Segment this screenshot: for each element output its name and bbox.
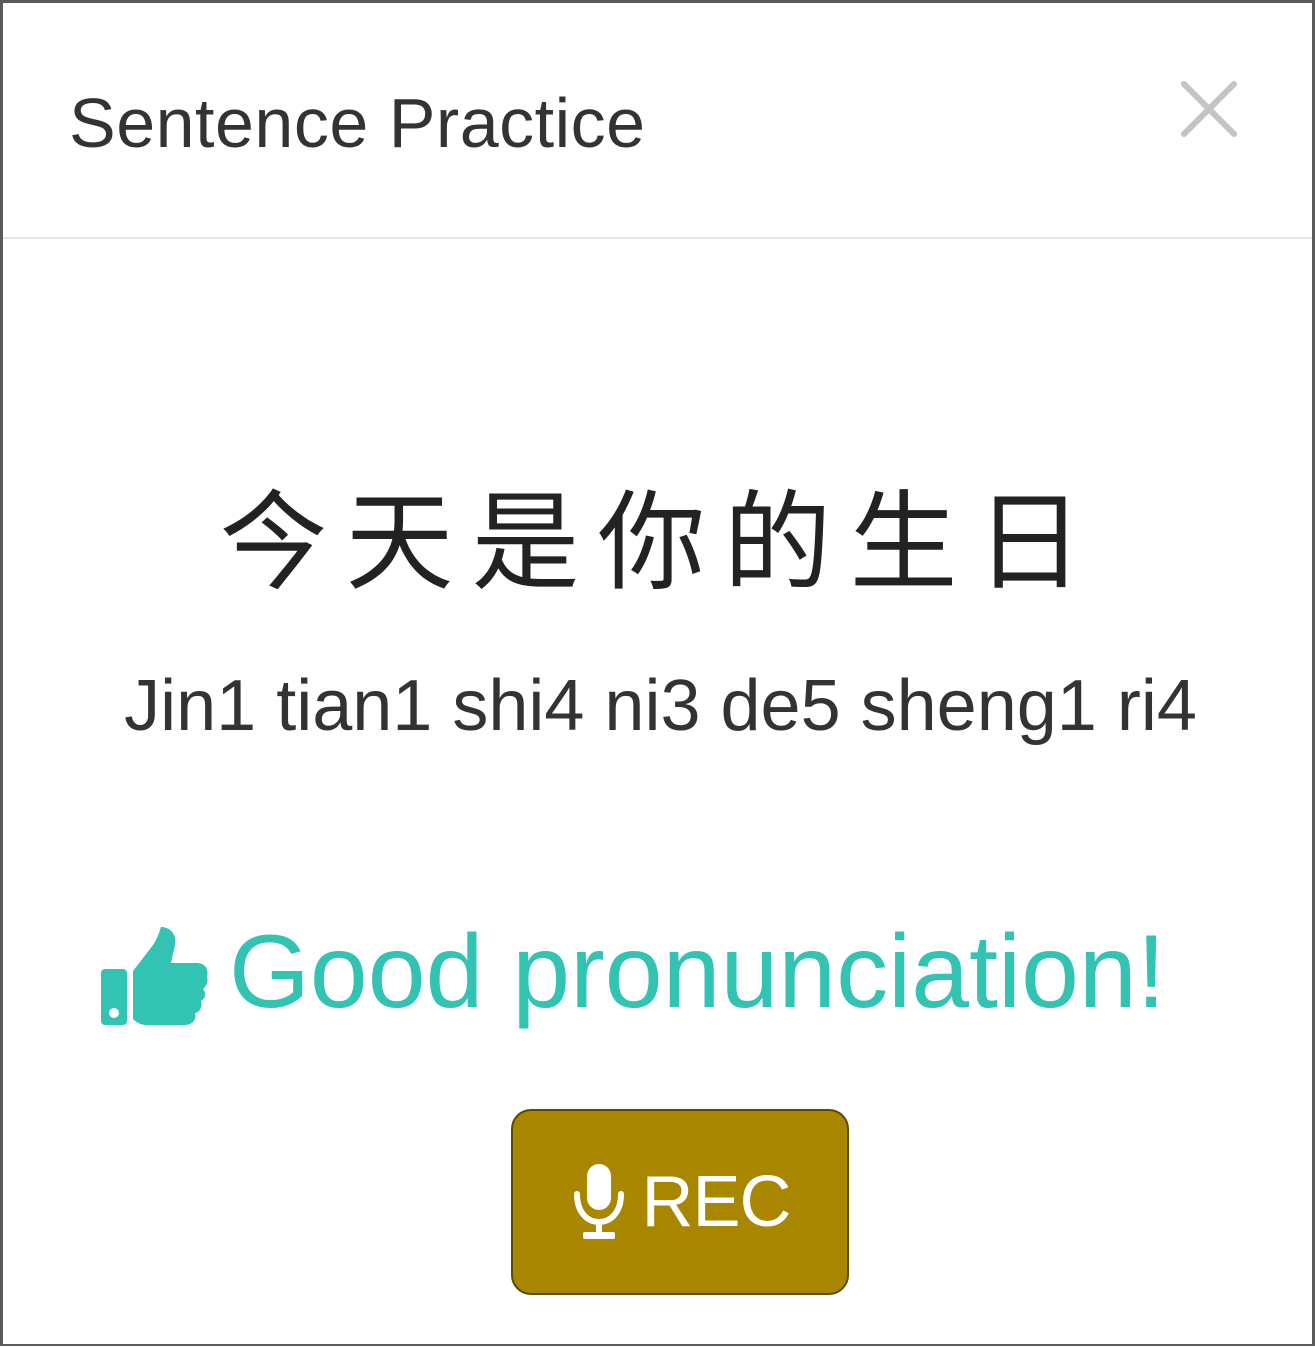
sentence-practice-dialog: Sentence Practice 今天是你的生日 Jin1 tian1 shi… [0, 0, 1315, 1346]
feedback-text: Good pronunciation! [229, 914, 1166, 1030]
record-button-label: REC [641, 1162, 791, 1242]
close-icon [1181, 81, 1237, 137]
pronunciation-feedback: Good pronunciation! [99, 915, 1166, 1029]
microphone-icon [574, 1164, 625, 1239]
sentence-hanzi: 今天是你的生日 [219, 481, 1102, 606]
dialog-title: Sentence Practice [69, 84, 646, 162]
sentence-pinyin: Jin1 tian1 shi4 ni3 de5 sheng1 ri4 [124, 666, 1197, 746]
dialog-body: 今天是你的生日 Jin1 tian1 shi4 ni3 de5 sheng1 r… [3, 239, 1312, 1347]
close-button[interactable] [1173, 73, 1243, 143]
record-button[interactable]: REC [511, 1109, 849, 1295]
thumbs-up-icon [101, 927, 208, 1026]
dialog-header: Sentence Practice [3, 3, 1312, 239]
